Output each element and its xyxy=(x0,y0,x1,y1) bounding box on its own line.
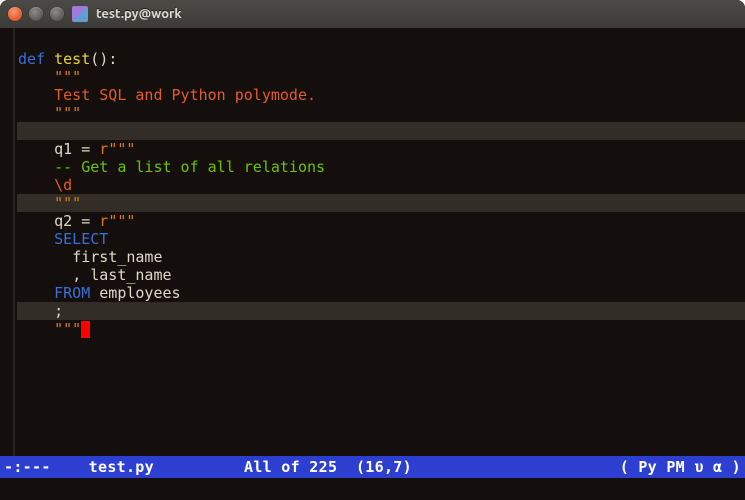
modeline[interactable]: -:--- test.py All of 225 (16,7) ( Py PM … xyxy=(0,456,745,478)
triple-quote: """ xyxy=(54,194,81,212)
sql-keyword: FROM xyxy=(54,284,90,302)
parens: () xyxy=(90,50,108,68)
comma: , xyxy=(72,266,90,284)
minimize-icon[interactable] xyxy=(29,7,43,21)
modeline-modes[interactable]: ( Py PM υ α ) xyxy=(620,458,741,476)
window-controls xyxy=(8,7,64,21)
triple-quote: """ xyxy=(54,104,81,122)
modeline-position: All of 225 (16,7) xyxy=(244,458,412,476)
window-title: test.py@work xyxy=(96,7,182,21)
cursor xyxy=(81,321,90,338)
semicolon: ; xyxy=(54,302,63,320)
minibuffer[interactable] xyxy=(0,478,745,500)
titlebar[interactable]: test.py@work xyxy=(0,0,745,28)
editor-area[interactable]: def test(): """ Test SQL and Python poly… xyxy=(0,28,745,456)
colon: : xyxy=(108,50,117,68)
code-buffer[interactable]: def test(): """ Test SQL and Python poly… xyxy=(18,32,745,338)
triple-quote: """ xyxy=(54,68,81,86)
maximize-icon[interactable] xyxy=(50,7,64,21)
modeline-all: All of 225 xyxy=(244,458,337,476)
sql-comment: -- Get a list of all relations xyxy=(54,158,325,176)
variable: q2 xyxy=(54,212,72,230)
modeline-status: -:--- xyxy=(4,458,51,476)
modeline-rowcol: (16,7) xyxy=(356,458,412,476)
sql-keyword: SELECT xyxy=(54,230,108,248)
triple-quote: """ xyxy=(108,140,135,158)
function-name: test xyxy=(54,50,90,68)
equals: = xyxy=(72,140,99,158)
triple-quote: """ xyxy=(54,320,81,338)
modeline-filename[interactable]: test.py xyxy=(89,458,154,476)
sql-ident: first_name xyxy=(72,248,162,266)
raw-prefix: r xyxy=(99,212,108,230)
fringe xyxy=(0,28,15,456)
close-icon[interactable] xyxy=(8,7,22,21)
triple-quote: """ xyxy=(108,212,135,230)
docstring-text: Test SQL and Python polymode. xyxy=(54,86,316,104)
sql-text: \d xyxy=(54,176,72,194)
raw-prefix: r xyxy=(99,140,108,158)
equals: = xyxy=(72,212,99,230)
keyword-def: def xyxy=(18,50,45,68)
sql-ident: employees xyxy=(90,284,180,302)
app-icon xyxy=(72,6,88,22)
editor-window: test.py@work def test(): """ Test SQL an… xyxy=(0,0,745,500)
sql-ident: last_name xyxy=(90,266,171,284)
variable: q1 xyxy=(54,140,72,158)
